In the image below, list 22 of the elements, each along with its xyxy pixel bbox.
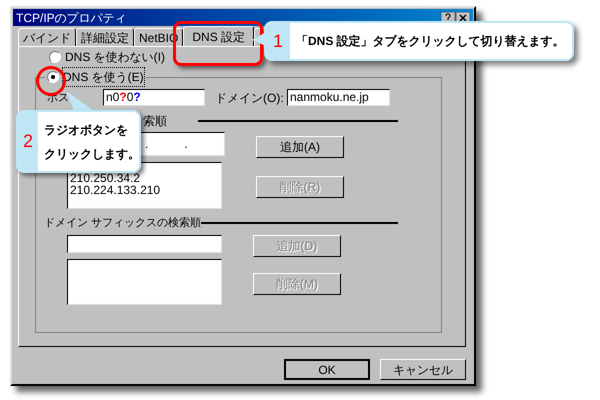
host-field[interactable]: n0?0? (103, 89, 205, 106)
tab[interactable]: 詳細設定 (76, 28, 134, 46)
radio-button[interactable] (47, 71, 59, 83)
domain-label: ドメイン(O): (215, 90, 285, 106)
domain-field[interactable]: nanmoku.ne.jp (287, 89, 390, 106)
button[interactable]: 追加(A) (256, 136, 344, 158)
cancel-button[interactable]: キャンセル (380, 359, 466, 380)
radio-highlight (36, 66, 66, 96)
radio-label: DNS を使わない(I) (65, 49, 165, 66)
section-heading: ドメイン サフィックスの検索順 (44, 216, 202, 231)
section-heading: 索順 (143, 113, 167, 130)
suffix-list[interactable] (67, 259, 222, 305)
suffix-field[interactable] (67, 235, 222, 253)
ok-button[interactable]: OK (284, 359, 370, 380)
window-title: TCP/IPのプロパティ (16, 12, 127, 24)
list-item[interactable]: 210.250.34.2 (70, 172, 221, 184)
callout-text: 「DNS 設定」タブをクリックして切り替えます。 (296, 34, 565, 48)
tab[interactable]: バインド (18, 28, 76, 46)
radio-button[interactable] (49, 51, 61, 63)
step-number: 2 (18, 112, 38, 171)
list-item[interactable]: 210.224.133.210 (70, 184, 221, 196)
tab[interactable]: DNS 設定 (183, 26, 254, 47)
